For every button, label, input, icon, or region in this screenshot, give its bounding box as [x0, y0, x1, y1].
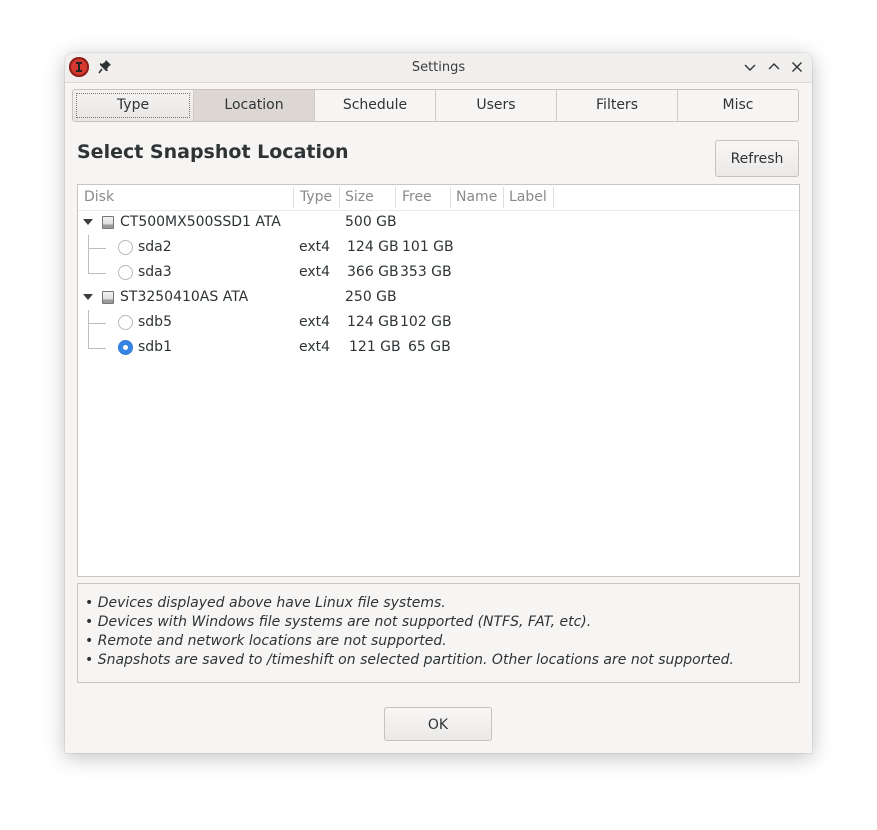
title-bar: Settings [65, 53, 812, 83]
partition-size: 366 GB [347, 264, 399, 280]
column-header-label[interactable]: Label [509, 185, 547, 210]
ok-button[interactable]: OK [384, 707, 492, 741]
tab-bar: Type Location Schedule Users Filters Mis… [72, 89, 799, 122]
partition-row[interactable]: sda3 ext4 366 GB 353 GB [78, 260, 799, 285]
chevron-up-icon [768, 63, 780, 70]
info-line: • Devices with Windows file systems are … [85, 614, 592, 630]
partition-name: sda2 [138, 239, 172, 255]
maximize-button[interactable] [766, 59, 782, 75]
disk-row[interactable]: ST3250410AS ATA 250 GB [78, 285, 799, 310]
tab-users[interactable]: Users [436, 90, 557, 121]
partition-type: ext4 [299, 339, 331, 355]
close-button[interactable] [789, 59, 805, 75]
info-box: • Devices displayed above have Linux fil… [77, 583, 800, 683]
tab-schedule[interactable]: Schedule [315, 90, 436, 121]
tab-misc[interactable]: Misc [678, 90, 798, 121]
partition-type: ext4 [299, 264, 331, 280]
column-header-free[interactable]: Free [402, 185, 432, 210]
partition-size: 124 GB [347, 314, 399, 330]
column-header-name[interactable]: Name [456, 185, 497, 210]
partition-radio[interactable] [118, 265, 133, 280]
info-line: • Snapshots are saved to /timeshift on s… [85, 652, 734, 668]
disk-tree-view[interactable]: Disk Type Size Free Name Label CT500MX50… [77, 184, 800, 577]
info-line: • Remote and network locations are not s… [85, 633, 447, 649]
partition-size: 121 GB [349, 339, 401, 355]
partition-radio-selected[interactable] [118, 340, 133, 355]
disk-name: ST3250410AS ATA [120, 289, 249, 305]
minimize-button[interactable] [742, 59, 758, 75]
partition-size: 124 GB [347, 239, 399, 255]
settings-window: Settings Type Location Schedule Users Fi… [65, 53, 812, 753]
partition-name: sdb5 [138, 314, 172, 330]
info-line: • Devices displayed above have Linux fil… [85, 595, 446, 611]
partition-row[interactable]: sdb5 ext4 124 GB 102 GB [78, 310, 799, 335]
chevron-down-icon [744, 64, 756, 71]
window-title: Settings [411, 60, 466, 75]
partition-radio[interactable] [118, 315, 133, 330]
partition-radio[interactable] [118, 240, 133, 255]
expander-icon[interactable] [83, 294, 93, 300]
close-icon [792, 62, 802, 72]
partition-free: 101 GB [402, 239, 454, 255]
disk-name: CT500MX500SSD1 ATA [120, 214, 281, 230]
partition-row[interactable]: sda2 ext4 124 GB 101 GB [78, 235, 799, 260]
tab-type[interactable]: Type [73, 90, 194, 121]
tab-filters[interactable]: Filters [557, 90, 678, 121]
disk-size: 250 GB [345, 289, 397, 305]
disk-size: 500 GB [345, 214, 397, 230]
partition-free: 102 GB [400, 314, 452, 330]
column-header-type[interactable]: Type [300, 185, 332, 210]
hard-disk-icon [102, 216, 114, 229]
partition-name: sda3 [138, 264, 172, 280]
refresh-button[interactable]: Refresh [715, 140, 799, 177]
disk-row[interactable]: CT500MX500SSD1 ATA 500 GB [78, 210, 799, 235]
expander-icon[interactable] [83, 219, 93, 225]
partition-row[interactable]: sdb1 ext4 121 GB 65 GB [78, 335, 799, 360]
column-header-size[interactable]: Size [345, 185, 374, 210]
partition-name: sdb1 [138, 339, 172, 355]
partition-free: 353 GB [400, 264, 452, 280]
page-title: Select Snapshot Location [77, 141, 349, 163]
tab-location[interactable]: Location [194, 90, 315, 121]
hard-disk-icon [102, 291, 114, 304]
partition-type: ext4 [299, 314, 331, 330]
partition-type: ext4 [299, 239, 331, 255]
partition-free: 65 GB [408, 339, 451, 355]
column-header-disk[interactable]: Disk [84, 185, 114, 210]
